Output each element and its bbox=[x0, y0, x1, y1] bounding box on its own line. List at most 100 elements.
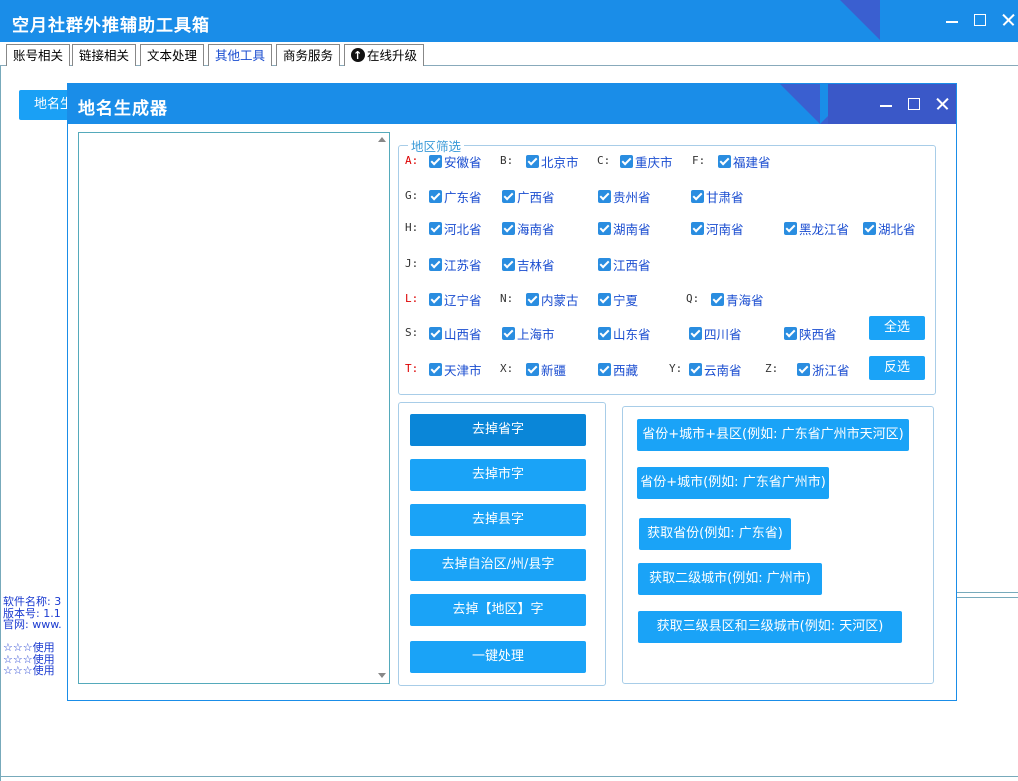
check-icon bbox=[689, 362, 702, 376]
dialog-title: 地名生成器 bbox=[78, 99, 168, 119]
remove-city-button[interactable]: 去掉市字 bbox=[410, 459, 586, 491]
checkbox-hubei[interactable]: 湖北省 bbox=[863, 220, 916, 237]
gen-province-city-button[interactable]: 省份+城市(例如: 广东省广州市) bbox=[637, 467, 829, 499]
checkbox-chongqing[interactable]: 重庆市 bbox=[620, 153, 673, 170]
checkbox-shanxi[interactable]: 山西省 bbox=[429, 325, 482, 342]
checkbox-beijing[interactable]: 北京市 bbox=[526, 153, 579, 170]
tab-text[interactable]: 文本处理 bbox=[140, 44, 205, 66]
checkbox-guangdong[interactable]: 广东省 bbox=[429, 188, 482, 205]
checkbox-tianjin[interactable]: 天津市 bbox=[429, 361, 482, 378]
gen-province-city-county-button[interactable]: 省份+城市+县区(例如: 广东省广州市天河区) bbox=[637, 419, 909, 451]
remove-county-button[interactable]: 去掉县字 bbox=[410, 504, 586, 536]
check-icon bbox=[598, 189, 611, 203]
checkbox-henan[interactable]: 河南省 bbox=[691, 220, 744, 237]
checkbox-xinjiang[interactable]: 新疆 bbox=[526, 361, 566, 378]
checkbox-jiangsu[interactable]: 江苏省 bbox=[429, 256, 482, 273]
check-icon bbox=[863, 221, 876, 235]
select-all-button[interactable]: 全选 bbox=[869, 316, 925, 340]
checkbox-heilongjiang[interactable]: 黑龙江省 bbox=[784, 220, 849, 237]
checkbox-yunnan[interactable]: 云南省 bbox=[689, 361, 742, 378]
letter-label: F: bbox=[692, 154, 706, 167]
gen-city-button[interactable]: 获取二级城市(例如: 广州市) bbox=[638, 563, 822, 595]
letter-label: Y: bbox=[669, 362, 683, 375]
scroll-up-arrow-icon[interactable] bbox=[378, 137, 386, 142]
check-icon bbox=[691, 221, 704, 235]
remove-region-button[interactable]: 去掉【地区】字 bbox=[410, 594, 586, 626]
tab-account[interactable]: 账号相关 bbox=[6, 44, 71, 66]
gen-county-button[interactable]: 获取三级县区和三级城市(例如: 天河区) bbox=[638, 611, 902, 643]
check-icon bbox=[598, 292, 611, 306]
letter-label: G: bbox=[405, 189, 419, 202]
letter-label: N: bbox=[500, 292, 514, 305]
checkbox-guizhou[interactable]: 贵州省 bbox=[598, 188, 651, 205]
check-icon bbox=[598, 257, 611, 271]
info-line: ☆☆☆使用 bbox=[3, 641, 55, 654]
divider bbox=[0, 776, 1018, 777]
check-icon bbox=[711, 292, 724, 306]
remove-autonomous-button[interactable]: 去掉自治区/州/县字 bbox=[410, 549, 586, 581]
info-line: 官网: www. bbox=[3, 618, 62, 631]
close-icon[interactable] bbox=[1000, 12, 1016, 28]
checkbox-zhejiang[interactable]: 浙江省 bbox=[797, 361, 850, 378]
check-icon bbox=[598, 362, 611, 376]
letter-label: B: bbox=[500, 154, 514, 167]
maximize-icon[interactable] bbox=[972, 12, 988, 28]
check-icon bbox=[689, 326, 702, 340]
check-icon bbox=[429, 362, 442, 376]
check-icon bbox=[502, 326, 515, 340]
invert-selection-button[interactable]: 反选 bbox=[869, 356, 925, 380]
gen-province-button[interactable]: 获取省份(例如: 广东省) bbox=[639, 518, 791, 550]
check-icon bbox=[691, 189, 704, 203]
check-icon bbox=[429, 189, 442, 203]
checkbox-fujian[interactable]: 福建省 bbox=[718, 153, 771, 170]
checkbox-xizang[interactable]: 西藏 bbox=[598, 361, 638, 378]
check-icon bbox=[718, 154, 731, 168]
info-line: ☆☆☆使用 bbox=[3, 664, 55, 677]
one-click-process-button[interactable]: 一键处理 bbox=[410, 641, 586, 673]
check-icon bbox=[429, 292, 442, 306]
checkbox-hainan[interactable]: 海南省 bbox=[502, 220, 555, 237]
checkbox-shandong[interactable]: 山东省 bbox=[598, 325, 651, 342]
checkbox-jilin[interactable]: 吉林省 bbox=[502, 256, 555, 273]
remove-province-button[interactable]: 去掉省字 bbox=[410, 414, 586, 446]
check-icon bbox=[429, 154, 442, 168]
letter-label: S: bbox=[405, 326, 419, 339]
checkbox-jiangxi[interactable]: 江西省 bbox=[598, 256, 651, 273]
check-icon bbox=[620, 154, 633, 168]
checkbox-hunan[interactable]: 湖南省 bbox=[598, 220, 651, 237]
upgrade-icon bbox=[351, 45, 365, 67]
check-icon bbox=[797, 362, 810, 376]
letter-label: T: bbox=[405, 362, 419, 375]
tab-business[interactable]: 商务服务 bbox=[276, 44, 341, 66]
checkbox-guangxi[interactable]: 广西省 bbox=[502, 188, 555, 205]
check-icon bbox=[502, 257, 515, 271]
checkbox-hebei[interactable]: 河北省 bbox=[429, 220, 482, 237]
tab-links[interactable]: 链接相关 bbox=[72, 44, 137, 66]
close-icon[interactable] bbox=[934, 96, 950, 112]
letter-label: J: bbox=[405, 257, 419, 270]
check-icon bbox=[526, 292, 539, 306]
minimize-icon[interactable] bbox=[944, 12, 960, 28]
main-title-bar: 空月社群外推辅助工具箱 bbox=[0, 0, 1018, 42]
checkbox-liaoning[interactable]: 辽宁省 bbox=[429, 291, 482, 308]
checkbox-ningxia[interactable]: 宁夏 bbox=[598, 291, 638, 308]
check-icon bbox=[784, 326, 797, 340]
info-line: 软件名称: 3 bbox=[3, 596, 62, 608]
minimize-icon[interactable] bbox=[878, 96, 894, 112]
checkbox-shaanxi[interactable]: 陕西省 bbox=[784, 325, 837, 342]
scroll-down-arrow-icon[interactable] bbox=[378, 673, 386, 678]
maximize-icon[interactable] bbox=[906, 96, 922, 112]
checkbox-gansu[interactable]: 甘肃省 bbox=[691, 188, 744, 205]
output-textarea[interactable] bbox=[78, 132, 390, 684]
checkbox-qinghai[interactable]: 青海省 bbox=[711, 291, 764, 308]
letter-label: C: bbox=[597, 154, 611, 167]
scrollbar[interactable] bbox=[373, 133, 389, 683]
letter-label: Q: bbox=[686, 292, 700, 305]
checkbox-anhui[interactable]: 安徽省 bbox=[429, 153, 482, 170]
checkbox-sichuan[interactable]: 四川省 bbox=[689, 325, 742, 342]
divider bbox=[955, 592, 1018, 598]
tab-other-tools[interactable]: 其他工具 bbox=[208, 44, 273, 66]
checkbox-shanghai[interactable]: 上海市 bbox=[502, 325, 555, 342]
tab-upgrade[interactable]: 在线升级 bbox=[344, 44, 425, 67]
checkbox-neimenggu[interactable]: 内蒙古 bbox=[526, 291, 579, 308]
